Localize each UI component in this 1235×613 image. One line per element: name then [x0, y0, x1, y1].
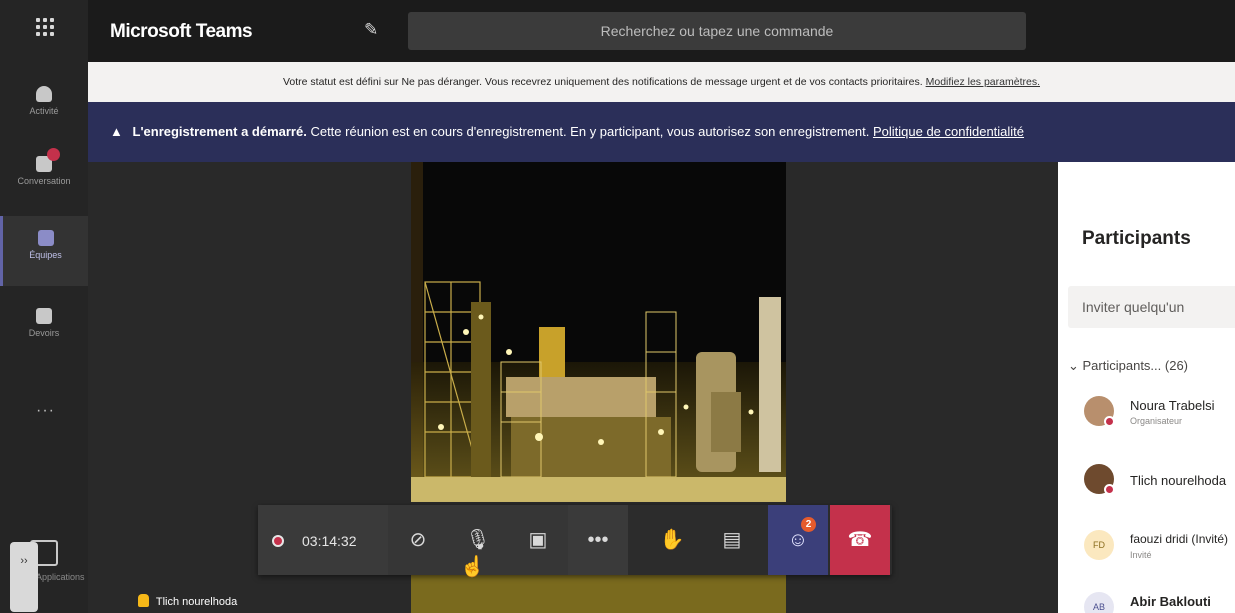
title-bar: Microsoft Teams ✎ Recherchez ou tapez un…: [88, 0, 1235, 62]
participant-row[interactable]: Tlich nourelhoda: [1084, 464, 1235, 504]
rail-item-label: Conversation: [17, 176, 71, 186]
participants-section-toggle[interactable]: ⌄ Participants... (26): [1068, 358, 1188, 374]
expand-panel-button[interactable]: ››: [10, 542, 38, 612]
camera-off-icon: ⊘: [409, 529, 427, 551]
warning-icon: ▲: [110, 124, 123, 139]
caller-name: Tlich nourelhoda: [155, 596, 238, 608]
microphone-off-icon: 🎙: [465, 529, 491, 551]
participant-role: Organisateur: [1130, 416, 1183, 426]
participant-name: faouzi dridi (Invité): [1130, 532, 1229, 546]
rail-item-label: Activité: [29, 106, 59, 116]
participant-row[interactable]: AB Abir Baklouti: [1084, 592, 1235, 613]
rail-item-label: Devoirs: [28, 328, 60, 338]
expand-label: ››: [20, 555, 28, 567]
status-banner: Votre statut est défini sur Ne pas déran…: [88, 62, 1235, 102]
camera-off-button[interactable]: ⊘: [388, 505, 448, 575]
participants-count: Participants... (26): [1082, 358, 1189, 373]
rail-item-teams[interactable]: Équipes: [0, 216, 88, 286]
recording-title: L'enregistrement a démarré.: [132, 124, 307, 139]
rail-item-label: Équipes: [29, 250, 62, 260]
participant-row[interactable]: FD faouzi dridi (Invité) Invité: [1084, 530, 1235, 570]
avatar: AB: [1084, 592, 1114, 613]
share-screen-button[interactable]: ▣: [508, 505, 568, 575]
participant-role: Invité: [1130, 550, 1152, 560]
search-input[interactable]: Recherchez ou tapez une commande: [408, 12, 1026, 50]
call-timer: 03:14:32: [302, 533, 357, 549]
industrial-plant-night-image: [411, 162, 786, 502]
app-rail: Activité Conversation Équipes Devoirs ··…: [0, 0, 88, 613]
teams-icon: [37, 230, 54, 246]
rail-item-chat[interactable]: Conversation: [0, 142, 88, 212]
chat-icon: ▤: [722, 529, 742, 551]
recording-icon: [272, 535, 284, 547]
more-icon: •••: [587, 529, 609, 551]
chevron-down-icon: ⌄: [1068, 358, 1083, 373]
more-apps-icon[interactable]: ···: [36, 402, 55, 420]
raise-hand-button[interactable]: ✋: [642, 505, 702, 575]
status-settings-link[interactable]: Modifiez les paramètres.: [926, 76, 1040, 88]
participant-name: Noura Trabelsi: [1130, 398, 1215, 413]
apps-label: Applications: [36, 572, 85, 582]
show-participants-button[interactable]: ☺ 2: [768, 505, 828, 575]
people-icon: ☺: [787, 529, 809, 551]
teams-window: Activité Conversation Équipes Devoirs ··…: [0, 0, 1235, 613]
recording-timer: 03:14:32: [258, 505, 388, 575]
rail-item-assignments[interactable]: Devoirs: [0, 294, 88, 364]
hang-up-button[interactable]: ☎: [830, 505, 890, 575]
rail-item-activity[interactable]: Activité: [0, 72, 88, 142]
caller-label: Tlich nourelhoda: [138, 594, 237, 608]
secondary-video: [411, 574, 786, 613]
meeting-stage: Tlich nourelhoda 03:14:32 ⊘ 🎙 ▣ ••• ✋ ▤ …: [88, 162, 1058, 613]
more-actions-button[interactable]: •••: [568, 505, 628, 575]
recording-banner: ▲ L'enregistrement a démarré. Cette réun…: [88, 102, 1235, 162]
participants-badge: 2: [801, 517, 816, 532]
app-launcher-icon[interactable]: [36, 18, 58, 40]
share-tray-icon: ▣: [528, 529, 548, 551]
notification-badge: [47, 148, 60, 161]
hand-icon: ✋: [659, 529, 685, 551]
assignments-icon: [36, 308, 52, 324]
dnd-presence-icon: [1104, 416, 1115, 427]
chat-button[interactable]: ▤: [702, 505, 762, 575]
bell-icon: [36, 86, 52, 102]
shared-video: [411, 162, 786, 502]
avatar: FD: [1084, 530, 1114, 560]
panel-title: Participants: [1082, 228, 1191, 249]
privacy-link[interactable]: Politique de confidentialité: [873, 124, 1024, 139]
phone-hangup-icon: ☎: [847, 529, 873, 551]
recording-text: Cette réunion est en cours d'enregistrem…: [310, 124, 870, 139]
mouse-pointer-icon: ☝: [460, 556, 485, 578]
dnd-presence-icon: [1104, 484, 1115, 495]
compose-icon[interactable]: ✎: [364, 20, 384, 40]
chat-icon: [36, 148, 60, 172]
participant-row[interactable]: Noura Trabelsi Organisateur: [1084, 396, 1235, 436]
raised-hand-icon: [138, 594, 149, 607]
call-controls: 03:14:32 ⊘ 🎙 ▣ ••• ✋ ▤ ☺ 2 ☎: [258, 505, 892, 575]
participants-panel: Participants Inviter quelqu'un ⌄ Partici…: [1058, 162, 1235, 613]
invite-input[interactable]: Inviter quelqu'un: [1068, 286, 1235, 328]
status-text: Votre statut est défini sur Ne pas déran…: [282, 76, 923, 88]
participant-name: Tlich nourelhoda: [1130, 473, 1227, 488]
participant-name: Abir Baklouti: [1130, 594, 1211, 609]
app-title: Microsoft Teams: [110, 21, 253, 42]
